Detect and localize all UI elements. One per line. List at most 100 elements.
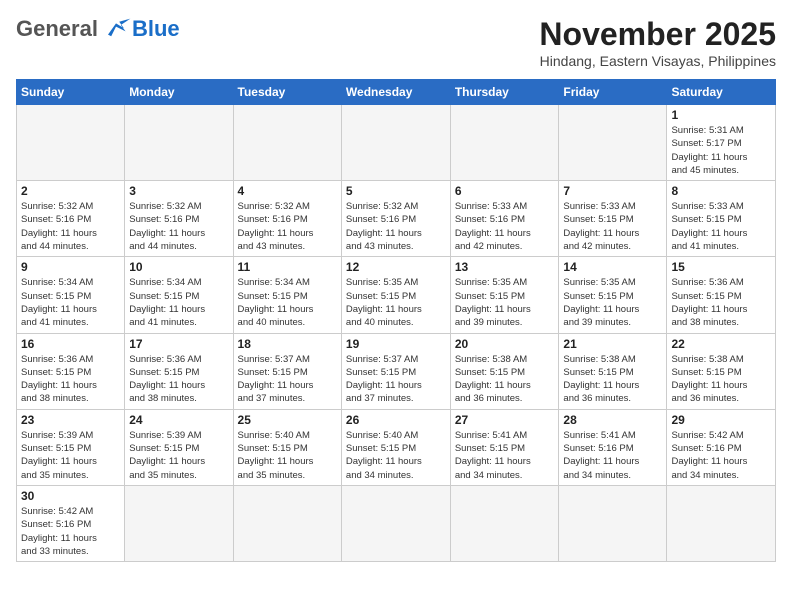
weekday-header-friday: Friday <box>559 80 667 105</box>
calendar-week-row: 9 Sunrise: 5:34 AMSunset: 5:15 PMDaylight… <box>17 257 776 333</box>
day-info: Sunrise: 5:41 AMSunset: 5:16 PMDaylight:… <box>563 429 662 482</box>
day-info: Sunrise: 5:37 AMSunset: 5:15 PMDaylight:… <box>346 353 446 406</box>
day-info: Sunrise: 5:35 AMSunset: 5:15 PMDaylight:… <box>455 276 555 329</box>
day-info: Sunrise: 5:32 AMSunset: 5:16 PMDaylight:… <box>129 200 228 253</box>
day-number: 27 <box>455 413 555 427</box>
calendar-cell <box>450 485 559 561</box>
calendar-table: SundayMondayTuesdayWednesdayThursdayFrid… <box>16 79 776 562</box>
day-number: 5 <box>346 184 446 198</box>
logo: General Blue <box>16 16 180 42</box>
logo-general-text: General <box>16 16 98 42</box>
weekday-header-thursday: Thursday <box>450 80 559 105</box>
day-number: 11 <box>238 260 337 274</box>
day-info: Sunrise: 5:38 AMSunset: 5:15 PMDaylight:… <box>563 353 662 406</box>
logo-bird-icon <box>100 17 132 41</box>
calendar-cell <box>125 485 233 561</box>
calendar-cell <box>341 105 450 181</box>
weekday-header-tuesday: Tuesday <box>233 80 341 105</box>
calendar-cell: 2 Sunrise: 5:32 AMSunset: 5:16 PMDaylight… <box>17 181 125 257</box>
day-number: 9 <box>21 260 120 274</box>
calendar-cell <box>233 485 341 561</box>
calendar-cell: 28 Sunrise: 5:41 AMSunset: 5:16 PMDayligh… <box>559 409 667 485</box>
calendar-cell: 3Sunrise: 5:32 AMSunset: 5:16 PMDaylight… <box>125 181 233 257</box>
day-info: Sunrise: 5:34 AMSunset: 5:15 PMDaylight:… <box>129 276 228 329</box>
day-number: 17 <box>129 337 228 351</box>
calendar-cell: 24 Sunrise: 5:39 AMSunset: 5:15 PMDayligh… <box>125 409 233 485</box>
day-info: Sunrise: 5:36 AMSunset: 5:15 PMDaylight:… <box>129 353 228 406</box>
day-info: Sunrise: 5:36 AMSunset: 5:15 PMDaylight:… <box>21 353 120 406</box>
day-info: Sunrise: 5:33 AMSunset: 5:15 PMDaylight:… <box>671 200 771 253</box>
calendar-cell: 27 Sunrise: 5:41 AMSunset: 5:15 PMDayligh… <box>450 409 559 485</box>
day-info: Sunrise: 5:33 AMSunset: 5:15 PMDaylight:… <box>563 200 662 253</box>
calendar-cell: 10Sunrise: 5:34 AMSunset: 5:15 PMDayligh… <box>125 257 233 333</box>
calendar-week-row: 23 Sunrise: 5:39 AMSunset: 5:15 PMDayligh… <box>17 409 776 485</box>
calendar-cell: 22Sunrise: 5:38 AMSunset: 5:15 PMDayligh… <box>667 333 776 409</box>
day-info: Sunrise: 5:33 AMSunset: 5:16 PMDaylight:… <box>455 200 555 253</box>
calendar-cell: 13 Sunrise: 5:35 AMSunset: 5:15 PMDayligh… <box>450 257 559 333</box>
calendar-cell: 30Sunrise: 5:42 AMSunset: 5:16 PMDayligh… <box>17 485 125 561</box>
day-info: Sunrise: 5:37 AMSunset: 5:15 PMDaylight:… <box>238 353 337 406</box>
calendar-cell: 5 Sunrise: 5:32 AMSunset: 5:16 PMDaylight… <box>341 181 450 257</box>
calendar-cell <box>233 105 341 181</box>
day-info: Sunrise: 5:39 AMSunset: 5:15 PMDaylight:… <box>129 429 228 482</box>
calendar-cell <box>17 105 125 181</box>
day-info: Sunrise: 5:38 AMSunset: 5:15 PMDaylight:… <box>671 353 771 406</box>
day-info: Sunrise: 5:31 AMSunset: 5:17 PMDaylight:… <box>671 124 771 177</box>
day-info: Sunrise: 5:42 AMSunset: 5:16 PMDaylight:… <box>671 429 771 482</box>
calendar-cell: 21 Sunrise: 5:38 AMSunset: 5:15 PMDayligh… <box>559 333 667 409</box>
day-info: Sunrise: 5:41 AMSunset: 5:15 PMDaylight:… <box>455 429 555 482</box>
day-number: 21 <box>563 337 662 351</box>
day-info: Sunrise: 5:40 AMSunset: 5:15 PMDaylight:… <box>346 429 446 482</box>
day-number: 14 <box>563 260 662 274</box>
calendar-week-row: 16Sunrise: 5:36 AMSunset: 5:15 PMDayligh… <box>17 333 776 409</box>
day-number: 2 <box>21 184 120 198</box>
calendar-cell: 26 Sunrise: 5:40 AMSunset: 5:15 PMDayligh… <box>341 409 450 485</box>
day-info: Sunrise: 5:40 AMSunset: 5:15 PMDaylight:… <box>238 429 337 482</box>
calendar-cell: 15 Sunrise: 5:36 AMSunset: 5:15 PMDayligh… <box>667 257 776 333</box>
calendar-week-row: 2 Sunrise: 5:32 AMSunset: 5:16 PMDaylight… <box>17 181 776 257</box>
calendar-cell: 1 Sunrise: 5:31 AMSunset: 5:17 PMDaylight… <box>667 105 776 181</box>
day-number: 18 <box>238 337 337 351</box>
day-info: Sunrise: 5:39 AMSunset: 5:15 PMDaylight:… <box>21 429 120 482</box>
day-number: 8 <box>671 184 771 198</box>
day-info: Sunrise: 5:36 AMSunset: 5:15 PMDaylight:… <box>671 276 771 329</box>
calendar-cell: 17 Sunrise: 5:36 AMSunset: 5:15 PMDayligh… <box>125 333 233 409</box>
day-info: Sunrise: 5:32 AMSunset: 5:16 PMDaylight:… <box>21 200 120 253</box>
day-number: 28 <box>563 413 662 427</box>
weekday-header-saturday: Saturday <box>667 80 776 105</box>
calendar-cell <box>125 105 233 181</box>
day-info: Sunrise: 5:32 AMSunset: 5:16 PMDaylight:… <box>238 200 337 253</box>
calendar-week-row: 1 Sunrise: 5:31 AMSunset: 5:17 PMDaylight… <box>17 105 776 181</box>
day-number: 15 <box>671 260 771 274</box>
logo-blue-text: Blue <box>132 16 180 42</box>
day-info: Sunrise: 5:34 AMSunset: 5:15 PMDaylight:… <box>238 276 337 329</box>
calendar-cell: 4 Sunrise: 5:32 AMSunset: 5:16 PMDaylight… <box>233 181 341 257</box>
calendar-cell: 16Sunrise: 5:36 AMSunset: 5:15 PMDayligh… <box>17 333 125 409</box>
calendar-cell <box>559 105 667 181</box>
location-title: Hindang, Eastern Visayas, Philippines <box>539 53 776 69</box>
day-number: 19 <box>346 337 446 351</box>
calendar-cell: 20Sunrise: 5:38 AMSunset: 5:15 PMDayligh… <box>450 333 559 409</box>
calendar-cell: 19 Sunrise: 5:37 AMSunset: 5:15 PMDayligh… <box>341 333 450 409</box>
calendar-cell: 12 Sunrise: 5:35 AMSunset: 5:15 PMDayligh… <box>341 257 450 333</box>
day-number: 1 <box>671 108 771 122</box>
day-number: 26 <box>346 413 446 427</box>
calendar-cell: 29Sunrise: 5:42 AMSunset: 5:16 PMDayligh… <box>667 409 776 485</box>
calendar-cell: 7 Sunrise: 5:33 AMSunset: 5:15 PMDaylight… <box>559 181 667 257</box>
day-number: 24 <box>129 413 228 427</box>
day-info: Sunrise: 5:42 AMSunset: 5:16 PMDaylight:… <box>21 505 120 558</box>
weekday-header-wednesday: Wednesday <box>341 80 450 105</box>
calendar-cell: 11 Sunrise: 5:34 AMSunset: 5:15 PMDayligh… <box>233 257 341 333</box>
calendar-cell: 18 Sunrise: 5:37 AMSunset: 5:15 PMDayligh… <box>233 333 341 409</box>
day-info: Sunrise: 5:32 AMSunset: 5:16 PMDaylight:… <box>346 200 446 253</box>
calendar-cell: 6Sunrise: 5:33 AMSunset: 5:16 PMDaylight… <box>450 181 559 257</box>
day-number: 12 <box>346 260 446 274</box>
weekday-header-monday: Monday <box>125 80 233 105</box>
day-number: 13 <box>455 260 555 274</box>
day-info: Sunrise: 5:35 AMSunset: 5:15 PMDaylight:… <box>346 276 446 329</box>
day-number: 23 <box>21 413 120 427</box>
day-info: Sunrise: 5:35 AMSunset: 5:15 PMDaylight:… <box>563 276 662 329</box>
calendar-cell: 9Sunrise: 5:34 AMSunset: 5:15 PMDaylight… <box>17 257 125 333</box>
day-number: 7 <box>563 184 662 198</box>
day-number: 4 <box>238 184 337 198</box>
